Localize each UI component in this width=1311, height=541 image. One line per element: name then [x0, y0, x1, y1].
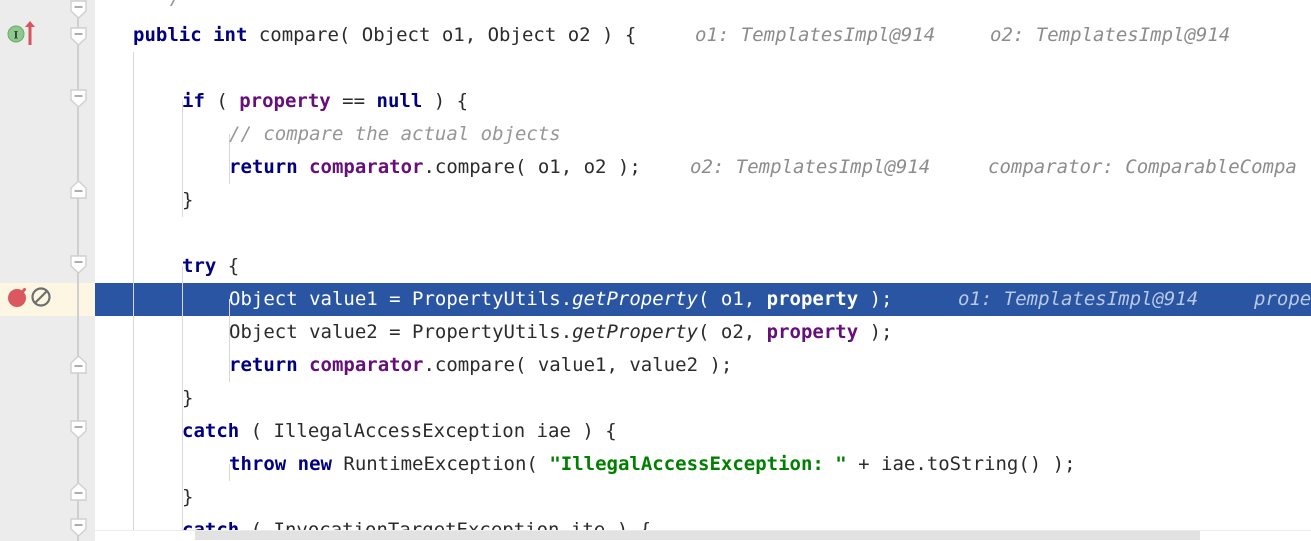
- code-line[interactable]: catch ( IllegalAccessException iae ) {: [182, 415, 617, 448]
- inlay-hint-text: comparator: ComparableCompa: [988, 156, 1297, 178]
- code-token-mth: getProperty: [572, 321, 699, 343]
- inlay-hint-text: prope: [1254, 288, 1311, 310]
- code-token-plain: Object value2 = PropertyUtils.: [229, 321, 573, 343]
- code-token-cmt: // compare the actual objects: [229, 123, 561, 145]
- breakpoint-verified-icon[interactable]: [6, 285, 30, 313]
- fold-region-end-icon[interactable]: [69, 355, 88, 374]
- code-token-plain: ( IllegalAccessException iae ) {: [239, 420, 617, 442]
- code-token-kw: catch: [182, 420, 240, 442]
- code-token-kw: return: [229, 156, 310, 178]
- code-line[interactable]: public int compare( Object o1, Object o2…: [133, 19, 636, 52]
- code-token-str: "IllegalAccessException: ": [549, 453, 847, 475]
- fold-region-collapse-icon[interactable]: [69, 420, 88, 439]
- code-token-plain: (: [216, 90, 240, 112]
- code-token-plain: .compare( o1, o2 );: [423, 156, 641, 178]
- inlay-hint-text: o1: TemplatesImpl@914: [958, 288, 1199, 310]
- code-token-fld: comparator: [309, 156, 424, 178]
- code-token-plain: ( o2,: [698, 321, 767, 343]
- selected-line-highlight: [95, 283, 130, 316]
- code-line[interactable]: }: [182, 382, 193, 415]
- method-overrides-arrow-icon[interactable]: [22, 20, 38, 50]
- code-line[interactable]: }: [182, 184, 193, 217]
- inlay-parameter-hint[interactable]: o1: TemplatesImpl@914: [958, 283, 1198, 316]
- code-token-plain: ( o1,: [698, 288, 767, 310]
- code-token-fld: property: [766, 288, 859, 310]
- fold-region-collapse-icon[interactable]: [69, 89, 88, 108]
- inlay-parameter-hint[interactable]: prope: [1254, 283, 1311, 316]
- code-token-plain: compare( Object o1, Object o2 ) {: [258, 24, 637, 46]
- inlay-parameter-hint[interactable]: comparator: ComparableCompa: [988, 151, 1297, 184]
- svg-text:I: I: [14, 31, 19, 42]
- code-line[interactable]: return comparator.compare( o1, o2 );: [229, 151, 641, 184]
- fold-region-end-icon[interactable]: [69, 482, 88, 501]
- horizontal-scrollbar-track[interactable]: [95, 530, 1311, 541]
- code-line[interactable]: try {: [182, 250, 239, 283]
- code-token-plain: .compare( value1, value2 );: [423, 354, 733, 376]
- code-line[interactable]: // compare the actual objects: [229, 118, 561, 151]
- code-token-kw: return: [229, 354, 310, 376]
- code-token-plain: );: [858, 288, 893, 310]
- code-line[interactable]: */: [147, 0, 181, 15]
- code-line[interactable]: Object value2 = PropertyUtils.getPropert…: [229, 316, 893, 349]
- inlay-hint-text: o2: TemplatesImpl@914: [690, 156, 931, 178]
- code-token-plain: }: [182, 486, 194, 508]
- code-token-fld: property: [766, 321, 859, 343]
- inlay-parameter-hint[interactable]: o2: TemplatesImpl@914: [690, 151, 930, 184]
- code-line[interactable]: throw new RuntimeException( "IllegalAcce…: [229, 448, 1076, 481]
- code-token-kw: try: [182, 255, 217, 277]
- code-token-plain: Object value1 = PropertyUtils.: [229, 288, 573, 310]
- code-token-plain: {: [216, 255, 240, 277]
- horizontal-scrollbar-thumb[interactable]: [195, 531, 1200, 540]
- fold-region-collapse-icon[interactable]: [69, 518, 88, 537]
- gutter-separator: [94, 0, 95, 541]
- inlay-parameter-hint[interactable]: o1: TemplatesImpl@914: [695, 19, 935, 52]
- fold-region-end-icon[interactable]: [69, 180, 88, 199]
- code-token-plain: );: [858, 321, 893, 343]
- code-line[interactable]: Object value1 = PropertyUtils.getPropert…: [229, 283, 893, 316]
- breakpoint-muted-icon[interactable]: [30, 286, 52, 312]
- code-line[interactable]: if ( property == null ) {: [182, 85, 468, 118]
- code-line[interactable]: }: [182, 481, 193, 514]
- code-token-kw: new: [297, 453, 344, 475]
- code-token-kw: if: [182, 90, 217, 112]
- editor-gutter[interactable]: [0, 0, 72, 541]
- fold-region-collapse-icon[interactable]: [69, 0, 88, 19]
- code-token-plain: RuntimeException(: [343, 453, 550, 475]
- code-token-mth: getProperty: [572, 288, 699, 310]
- code-token-fld: property: [239, 90, 331, 112]
- inlay-parameter-hint[interactable]: o2: TemplatesImpl@914: [990, 19, 1230, 52]
- fold-region-collapse-icon[interactable]: [69, 255, 88, 274]
- code-token-cmt: */: [147, 0, 181, 9]
- code-line[interactable]: return comparator.compare( value1, value…: [229, 349, 732, 382]
- code-token-plain: ==: [330, 90, 377, 112]
- inlay-hint-text: o1: TemplatesImpl@914: [695, 24, 936, 46]
- code-token-kw: int: [213, 24, 259, 46]
- code-token-kw: public: [133, 24, 214, 46]
- code-token-plain: }: [182, 189, 194, 211]
- code-token-kw: throw: [229, 453, 298, 475]
- code-token-plain: ) {: [422, 90, 469, 112]
- code-token-plain: + iae.toString() );: [846, 453, 1076, 475]
- code-token-plain: }: [182, 387, 194, 409]
- indent-guide: [133, 52, 134, 541]
- inlay-hint-text: o2: TemplatesImpl@914: [990, 24, 1231, 46]
- code-editor[interactable]: I */ public int compare( Object o1, Objec…: [0, 0, 1311, 541]
- code-token-kw: null: [376, 90, 423, 112]
- code-token-fld: comparator: [309, 354, 424, 376]
- fold-region-collapse-icon[interactable]: [69, 27, 88, 46]
- code-content-area[interactable]: */ public int compare( Object o1, Object …: [95, 0, 1311, 541]
